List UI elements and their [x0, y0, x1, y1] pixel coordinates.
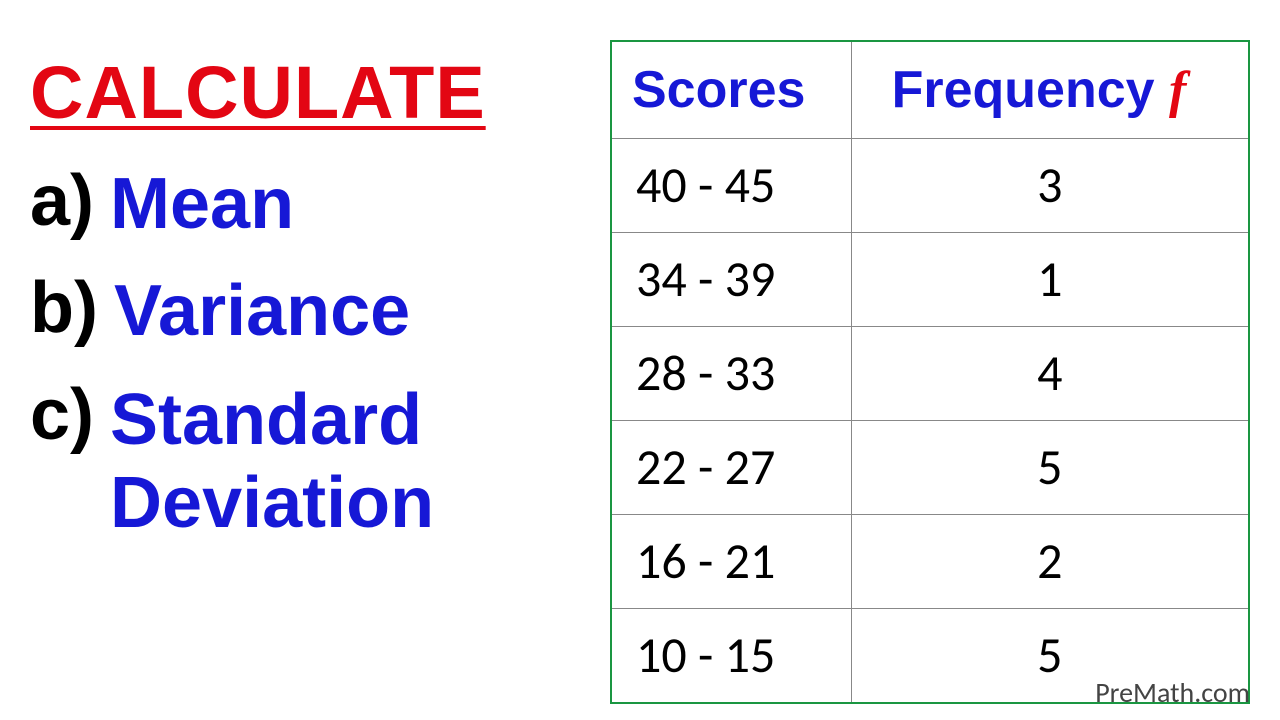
cell-scores: 28 - 33	[611, 327, 851, 421]
cell-frequency: 4	[851, 327, 1249, 421]
item-label-a: a)	[30, 165, 94, 237]
cell-frequency: 5	[851, 421, 1249, 515]
header-frequency: Frequency f	[851, 41, 1249, 139]
cell-frequency: 2	[851, 515, 1249, 609]
cell-frequency: 3	[851, 139, 1249, 233]
main-container: CALCULATE a) Mean b) Variance c) Standar…	[0, 0, 1280, 720]
header-frequency-symbol: f	[1169, 62, 1186, 119]
cell-scores: 40 - 45	[611, 139, 851, 233]
list-item: b) Variance	[30, 272, 590, 351]
left-panel: CALCULATE a) Mean b) Variance c) Standar…	[30, 20, 590, 680]
cell-scores: 34 - 39	[611, 233, 851, 327]
cell-scores: 10 - 15	[611, 609, 851, 704]
page-title: CALCULATE	[30, 50, 590, 135]
table-row: 16 - 21 2	[611, 515, 1249, 609]
right-panel: Scores Frequency f 40 - 45 3 34 - 39 1 2…	[590, 20, 1250, 680]
header-frequency-text: Frequency	[892, 61, 1169, 119]
item-text-variance: Variance	[114, 272, 410, 351]
item-text-stddev: Standard Deviation	[110, 379, 434, 545]
table-row: 22 - 27 5	[611, 421, 1249, 515]
header-scores: Scores	[611, 41, 851, 139]
frequency-table: Scores Frequency f 40 - 45 3 34 - 39 1 2…	[610, 40, 1250, 704]
table-header-row: Scores Frequency f	[611, 41, 1249, 139]
item-label-c: c)	[30, 379, 94, 451]
cell-scores: 16 - 21	[611, 515, 851, 609]
list-item: a) Mean	[30, 165, 590, 244]
watermark: PreMath.com	[1095, 675, 1250, 710]
table-row: 28 - 33 4	[611, 327, 1249, 421]
item-text-mean: Mean	[110, 165, 294, 244]
item-label-b: b)	[30, 272, 98, 344]
cell-scores: 22 - 27	[611, 421, 851, 515]
table-row: 40 - 45 3	[611, 139, 1249, 233]
table-row: 34 - 39 1	[611, 233, 1249, 327]
list-item: c) Standard Deviation	[30, 379, 590, 545]
cell-frequency: 1	[851, 233, 1249, 327]
